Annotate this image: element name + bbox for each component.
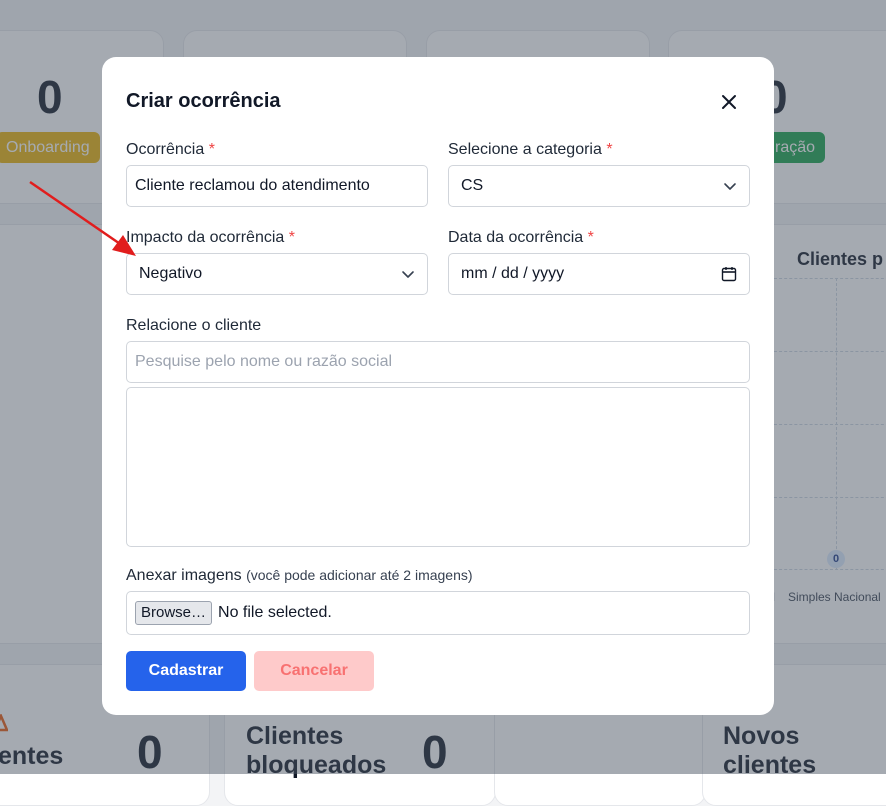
- category-select-value: CS: [461, 177, 484, 194]
- file-input[interactable]: Browse… No file selected.: [126, 591, 750, 635]
- date-input[interactable]: mm / dd / yyyy: [448, 253, 750, 295]
- browse-button[interactable]: Browse…: [135, 601, 213, 625]
- occurrence-field[interactable]: [135, 177, 419, 195]
- images-label: Anexar imagens (você pode adicionar até …: [126, 567, 473, 585]
- client-search[interactable]: [126, 341, 750, 383]
- occurrence-label-text: Ocorrência: [126, 141, 205, 158]
- date-label-text: Data da ocorrência: [448, 229, 584, 246]
- client-search-input[interactable]: [135, 353, 741, 371]
- chevron-down-icon: [402, 271, 414, 278]
- required-marker: *: [208, 141, 215, 158]
- category-label: Selecione a categoria *: [448, 141, 613, 159]
- images-label-text: Anexar imagens: [126, 567, 242, 584]
- cancel-button[interactable]: Cancelar: [254, 651, 374, 691]
- submit-button[interactable]: Cadastrar: [126, 651, 246, 691]
- impact-label-text: Impacto da ocorrência: [126, 229, 285, 246]
- category-label-text: Selecione a categoria: [448, 141, 602, 158]
- modal-title: Criar ocorrência: [126, 90, 281, 112]
- occurrence-label: Ocorrência *: [126, 141, 215, 159]
- impact-select-value: Negativo: [139, 265, 203, 282]
- file-status: No file selected.: [218, 604, 332, 621]
- occurrence-input[interactable]: [126, 165, 428, 207]
- close-icon: [722, 95, 736, 109]
- images-hint: (você pode adicionar até 2 imagens): [246, 567, 473, 583]
- required-marker: *: [288, 229, 295, 246]
- chevron-down-icon: [724, 183, 736, 190]
- impact-label: Impacto da ocorrência *: [126, 229, 295, 247]
- calendar-icon[interactable]: [721, 266, 737, 282]
- create-occurrence-modal: Criar ocorrência Ocorrência * Selecione …: [102, 57, 774, 715]
- client-results-list[interactable]: [126, 387, 750, 547]
- required-marker: *: [587, 229, 594, 246]
- close-button[interactable]: [716, 89, 742, 115]
- category-select[interactable]: CS: [448, 165, 750, 207]
- date-label: Data da ocorrência *: [448, 229, 594, 247]
- required-marker: *: [606, 141, 613, 158]
- date-input-value: mm / dd / yyyy: [461, 265, 565, 282]
- impact-select[interactable]: Negativo: [126, 253, 428, 295]
- client-label: Relacione o cliente: [126, 317, 262, 334]
